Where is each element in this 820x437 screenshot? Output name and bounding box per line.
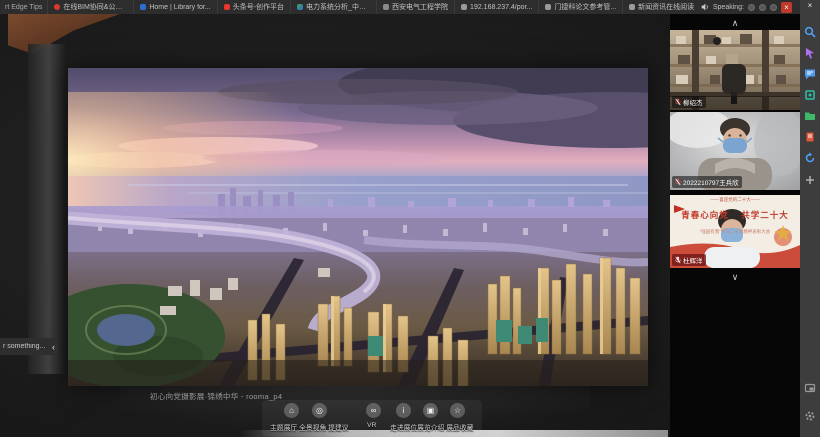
search-icon[interactable]: [804, 26, 816, 38]
vr-mode-button[interactable]: ∞: [366, 403, 381, 418]
tab-reader[interactable]: 新闻资讯在线阅读: [622, 0, 700, 14]
speaker-icon: [701, 3, 709, 11]
reader-icon[interactable]: [804, 131, 816, 143]
tab-college[interactable]: 西安电气工程学院: [376, 0, 454, 14]
tab-bim[interactable]: 在线BIM协同&公共模...: [47, 0, 133, 14]
mic-muted-icon: [675, 256, 681, 264]
speaker-avatar: [770, 4, 777, 11]
tab-favicon: [629, 4, 635, 10]
tab-favicon: [461, 4, 467, 10]
close-icon[interactable]: ×: [781, 2, 792, 13]
expand-chevron-down[interactable]: ∨: [670, 272, 800, 282]
chevron-left-icon[interactable]: ‹: [52, 342, 58, 352]
meeting-participants-panel: ∧ 柳绍杰: [670, 14, 800, 437]
add-icon[interactable]: [804, 174, 816, 186]
speaker-avatar: [748, 4, 755, 11]
collect-button[interactable]: ☆: [450, 403, 465, 418]
speaking-label: Speaking:: [713, 4, 744, 11]
tab-favicon: [545, 4, 551, 10]
tab-power-system[interactable]: 电力系统分析_中国...: [290, 0, 376, 14]
tab-toutiao[interactable]: 头条号-创作平台: [217, 0, 290, 14]
tab-portal-ip[interactable]: 192.168.237.4/por...: [454, 0, 538, 14]
tab-window-fragment[interactable]: rt Edge Tips: [0, 4, 47, 11]
tab-favicon: [140, 4, 146, 10]
virtual-exhibition-room: 初心向党摄影展·锦绣中华 - rooma_p4 r something... ‹…: [0, 14, 670, 437]
exhibit-info-button[interactable]: ▣: [423, 403, 438, 418]
tab-favicon: [297, 4, 303, 10]
meeting-speaking-indicator: Speaking: ×: [701, 2, 800, 13]
participant-tile-3[interactable]: ——喜迎党的二十大—— 青春心向党 共学二十大 “强国有我”学习二十大精神表彰大…: [670, 195, 800, 268]
tour-toolbar: ⌂ ◎ ∞ i ▣ ☆ 主题展厅 全景视角 提建议 VR 走进展位展览介绍 展品…: [262, 400, 482, 436]
toolbar-labels-right: 走进展位展览介绍 展品收藏: [390, 422, 473, 432]
tab-library[interactable]: Home | Library for...: [133, 0, 216, 14]
toolbar-labels-left: 主题展厅 全景视角 提建议: [270, 422, 349, 432]
participant-name-badge: 2022210797王兵欣: [672, 176, 742, 188]
refresh-icon[interactable]: [804, 152, 816, 164]
browser-tab-bar: rt Edge Tips 在线BIM协同&公共模... Home | Libra…: [0, 0, 800, 14]
chat-placeholder: r something...: [0, 343, 52, 350]
close-icon[interactable]: ×: [800, 1, 820, 10]
chat-icon[interactable]: [804, 68, 816, 80]
wall-corner: [28, 44, 66, 374]
tab-favicon: [224, 4, 230, 10]
pointer-icon[interactable]: [804, 47, 816, 59]
capture-icon[interactable]: [804, 89, 816, 101]
tab-favicon: [54, 4, 60, 10]
speaker-avatar: [759, 4, 766, 11]
cityscape-art: [68, 68, 648, 386]
chat-input-fragment[interactable]: r something... ‹: [0, 338, 58, 355]
tab-favicon: [383, 4, 389, 10]
participant-name-badge: 柳绍杰: [672, 96, 706, 108]
browser-side-toolbar: ×: [800, 0, 820, 437]
panorama-button[interactable]: ◎: [312, 403, 327, 418]
participant-tile-2[interactable]: 2022210797王兵欣: [670, 112, 800, 190]
collapse-chevron-up[interactable]: ∧: [670, 18, 800, 28]
booth-intro-button[interactable]: i: [396, 403, 411, 418]
mic-muted-icon: [675, 178, 681, 186]
pip-icon[interactable]: [804, 382, 816, 394]
theme-hall-button[interactable]: ⌂: [284, 403, 299, 418]
tab-reference[interactable]: 门捷科论文参考管...: [538, 0, 622, 14]
participant-tile-1[interactable]: 柳绍杰: [670, 30, 800, 110]
participant-name-badge: 杜辉洋: [672, 254, 706, 266]
mic-muted-icon: [675, 98, 681, 106]
folder-icon[interactable]: [804, 110, 816, 122]
toolbar-label-vr: VR: [367, 422, 376, 429]
settings-gear-icon[interactable]: [804, 410, 816, 422]
cityscape-photo-exhibit[interactable]: [68, 68, 648, 386]
